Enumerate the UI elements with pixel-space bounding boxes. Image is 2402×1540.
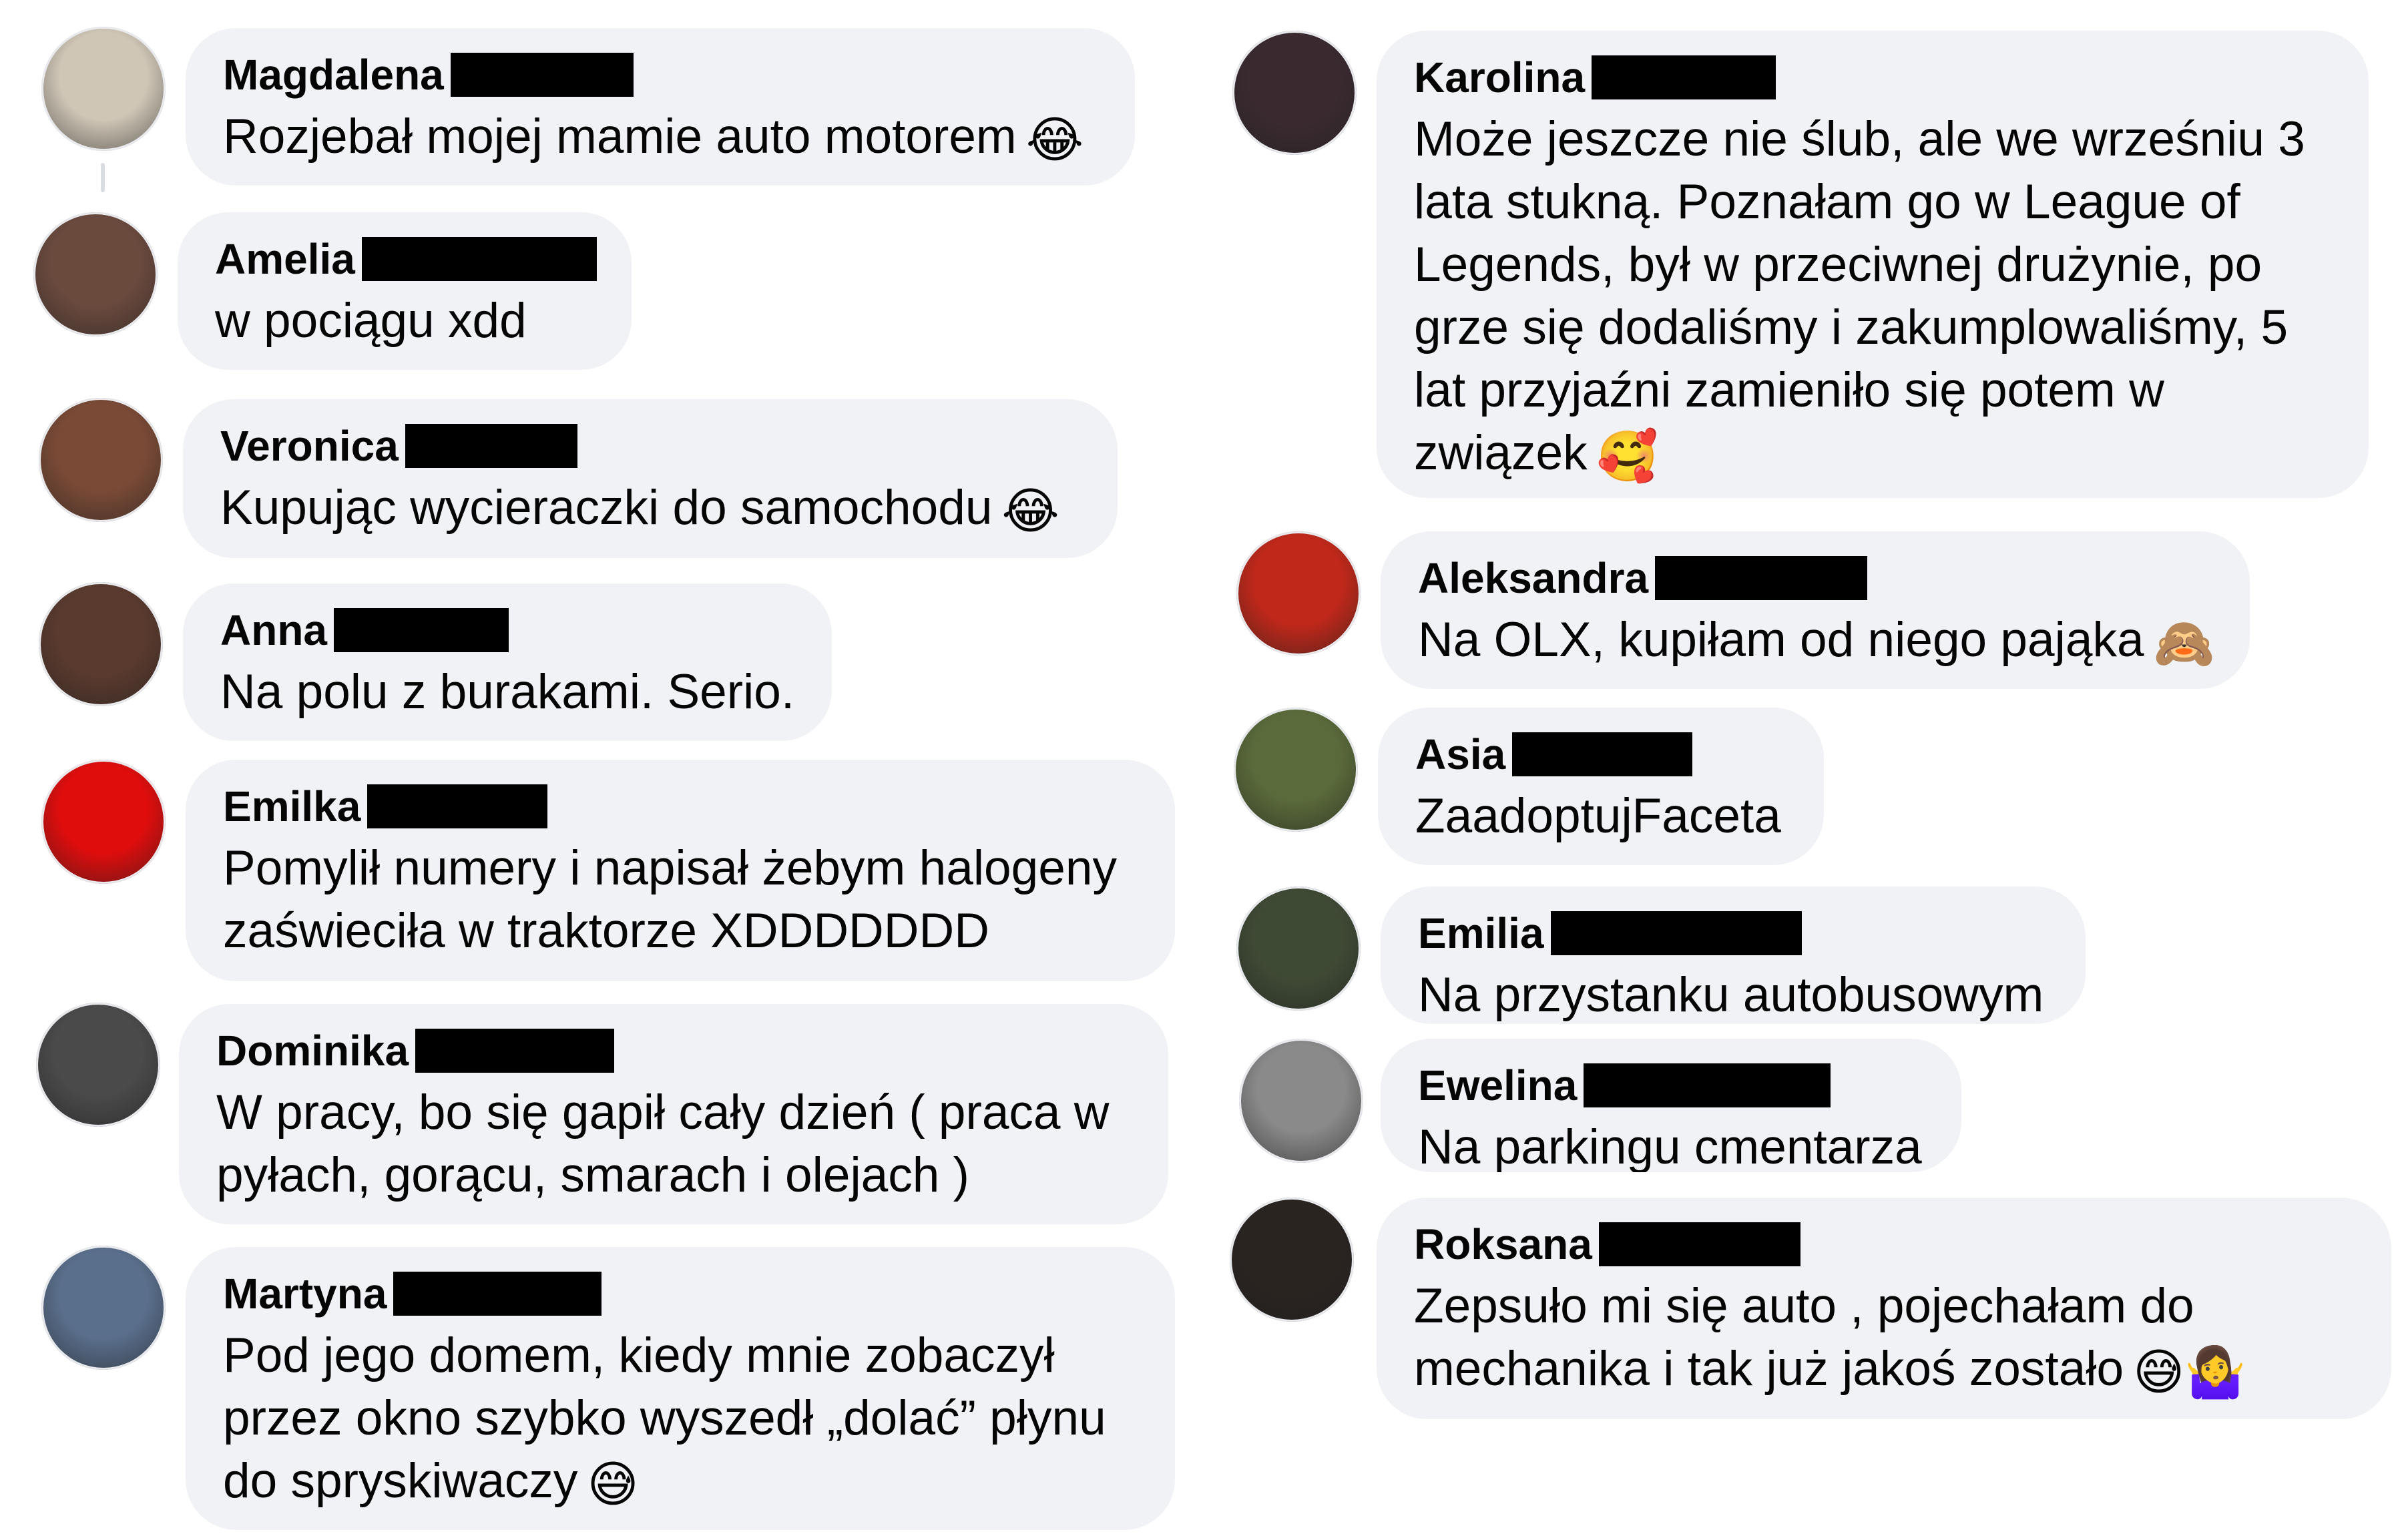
avatar[interactable]: [41, 27, 166, 151]
avatar[interactable]: [1232, 31, 1357, 155]
comment-text: Na przystanku autobusowym: [1418, 968, 2044, 1022]
comment-bubble: Amelia w pociągu xdd: [178, 212, 632, 370]
commenter-name[interactable]: Asia: [1415, 730, 1505, 779]
comment-bubble: Anna Na polu z burakami. Serio.: [183, 583, 832, 741]
redacted-surname: [334, 608, 509, 652]
commenter-name[interactable]: Ewelina: [1418, 1061, 1577, 1110]
avatar[interactable]: [1230, 1198, 1354, 1322]
comment-bubble: Martyna Pod jego domem, kiedy mnie zobac…: [186, 1247, 1175, 1530]
redacted-surname: [1584, 1063, 1831, 1107]
commenter-name[interactable]: Martyna: [223, 1269, 387, 1318]
avatar[interactable]: [41, 1246, 166, 1370]
comment-text: Pod jego domem, kiedy mnie zobaczył prze…: [223, 1328, 1106, 1508]
comment-text: Na polu z burakami. Serio.: [220, 665, 795, 719]
commenter-name[interactable]: Roksana: [1414, 1220, 1592, 1269]
laughing-tears-emoji-icon: 😂: [1001, 483, 1059, 540]
comment-text: ZaadoptujFaceta: [1415, 789, 1781, 843]
avatar[interactable]: [1236, 886, 1361, 1011]
redacted-surname: [1550, 911, 1802, 955]
avatar[interactable]: [1239, 1039, 1363, 1163]
comment-text: Na parkingu cmentarza: [1418, 1120, 1922, 1172]
redacted-surname: [361, 237, 597, 281]
avatar[interactable]: [36, 1003, 160, 1127]
thread-connector: [101, 163, 105, 192]
commenter-name[interactable]: Karolina: [1414, 53, 1585, 102]
comment-bubble: Ewelina Na parkingu cmentarza: [1381, 1039, 1961, 1172]
comment-text: w pociągu xdd: [215, 294, 527, 348]
comment-bubble: Emilia Na przystanku autobusowym: [1381, 886, 2086, 1024]
avatar[interactable]: [1236, 531, 1361, 656]
laughing-tears-emoji-icon: 😂: [1025, 111, 1084, 169]
comment-text: Może jeszcze nie ślub, ale we wrześniu 3…: [1414, 112, 2305, 480]
commenter-name[interactable]: Anna: [220, 605, 327, 655]
comment-text: W pracy, bo się gapił cały dzień ( praca…: [216, 1085, 1110, 1202]
redacted-surname: [1655, 556, 1868, 600]
commenter-name[interactable]: Aleksandra: [1418, 553, 1648, 603]
comment-bubble: Emilka Pomylił numery i napisał żebym ha…: [186, 760, 1175, 981]
redacted-surname: [1598, 1222, 1800, 1266]
commenter-name[interactable]: Dominika: [216, 1026, 409, 1075]
redacted-surname: [393, 1272, 602, 1316]
comment-text: Zepsuło mi się auto , pojechałam do mech…: [1414, 1279, 2194, 1396]
redacted-surname: [1592, 55, 1776, 99]
see-no-evil-monkey-emoji-icon: 🙈: [2153, 615, 2215, 672]
comment-bubble: Roksana Zepsuło mi się auto , pojechałam…: [1377, 1198, 2391, 1419]
avatar[interactable]: [41, 760, 166, 884]
redacted-surname: [1512, 732, 1693, 776]
comment-bubble: Veronica Kupując wycieraczki do samochod…: [183, 399, 1118, 558]
comment-bubble: Asia ZaadoptujFaceta: [1378, 708, 1824, 865]
commenter-name[interactable]: Emilia: [1418, 909, 1544, 958]
smiling-hearts-emoji-icon: 🥰: [1596, 428, 1658, 485]
comment-text: Rozjebał mojej mamie auto motorem: [223, 109, 1017, 164]
grinning-sweat-emoji-icon: 😅: [587, 1456, 639, 1513]
comment-text: Na OLX, kupiłam od niego pająka: [1418, 613, 2144, 667]
redacted-surname: [367, 784, 548, 828]
grinning-sweat-and-shrug-emoji-icon: 😅🤷‍♀️: [2133, 1344, 2246, 1401]
comment-text: Kupując wycieraczki do samochodu: [220, 481, 993, 535]
comment-bubble: Dominika W pracy, bo się gapił cały dzie…: [179, 1004, 1168, 1224]
avatar[interactable]: [1234, 708, 1358, 832]
commenter-name[interactable]: Amelia: [215, 234, 355, 284]
comment-text: Pomylił numery i napisał żebym halogeny …: [223, 841, 1117, 958]
commenter-name[interactable]: Veronica: [220, 421, 399, 471]
commenter-name[interactable]: Emilka: [223, 782, 361, 831]
comments-screenshot: Magdalena Rozjebał mojej mamie auto moto…: [0, 0, 2402, 1540]
avatar[interactable]: [33, 212, 158, 336]
redacted-surname: [415, 1029, 615, 1073]
avatar[interactable]: [39, 582, 163, 706]
redacted-surname: [405, 424, 577, 468]
comment-bubble: Karolina Może jeszcze nie ślub, ale we w…: [1377, 31, 2369, 498]
avatar[interactable]: [39, 398, 163, 522]
commenter-name[interactable]: Magdalena: [223, 50, 444, 99]
redacted-surname: [450, 53, 634, 97]
comment-bubble: Aleksandra Na OLX, kupiłam od niego pają…: [1381, 531, 2250, 689]
comment-bubble: Magdalena Rozjebał mojej mamie auto moto…: [186, 28, 1135, 186]
